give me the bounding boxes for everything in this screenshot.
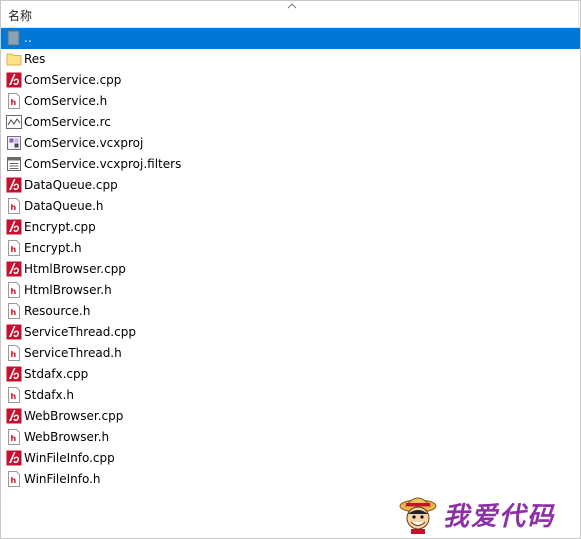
cpp-file-icon	[6, 72, 22, 88]
header-file-icon: h	[6, 303, 22, 319]
file-name: WinFileInfo.cpp	[24, 451, 115, 465]
file-list: .. Res ComService.cpp h ComService.h ComServi…	[1, 28, 580, 490]
file-row[interactable]: h Encrypt.h	[1, 238, 580, 259]
header-file-icon: h	[6, 387, 22, 403]
file-row[interactable]: Stdafx.cpp	[1, 364, 580, 385]
file-row[interactable]: Res	[1, 49, 580, 70]
cpp-file-icon	[6, 261, 22, 277]
file-row[interactable]: h Stdafx.h	[1, 385, 580, 406]
svg-text:h: h	[11, 203, 17, 212]
svg-text:h: h	[11, 308, 17, 317]
file-row[interactable]: ComService.cpp	[1, 70, 580, 91]
cpp-file-icon	[6, 408, 22, 424]
file-row[interactable]: h DataQueue.h	[1, 196, 580, 217]
svg-text:h: h	[11, 98, 17, 107]
vcxproj-file-icon	[6, 135, 22, 151]
header-file-icon: h	[6, 240, 22, 256]
parent-folder-icon	[6, 30, 22, 46]
svg-text:h: h	[11, 350, 17, 359]
svg-text:h: h	[11, 245, 17, 254]
file-row[interactable]: h WebBrowser.h	[1, 427, 580, 448]
file-name: DataQueue.cpp	[24, 178, 118, 192]
file-name: ComService.h	[24, 94, 108, 108]
file-name: Encrypt.cpp	[24, 220, 96, 234]
file-name: ServiceThread.cpp	[24, 325, 136, 339]
header-file-icon: h	[6, 282, 22, 298]
file-row[interactable]: WebBrowser.cpp	[1, 406, 580, 427]
column-divider[interactable]	[578, 1, 579, 27]
file-name: HtmlBrowser.h	[24, 283, 112, 297]
file-row[interactable]: h Resource.h	[1, 301, 580, 322]
file-row[interactable]: h ComService.h	[1, 91, 580, 112]
file-row[interactable]: WinFileInfo.cpp	[1, 448, 580, 469]
list-header: 名称	[1, 1, 580, 28]
cpp-file-icon	[6, 219, 22, 235]
watermark: 我爱代码	[397, 490, 577, 536]
header-file-icon: h	[6, 471, 22, 487]
resource-file-icon	[6, 114, 22, 130]
file-name: Stdafx.h	[24, 388, 75, 402]
svg-text:h: h	[11, 392, 17, 401]
cpp-file-icon	[6, 450, 22, 466]
file-name: DataQueue.h	[24, 199, 104, 213]
file-row[interactable]: ..	[1, 28, 580, 49]
file-row[interactable]: h ServiceThread.h	[1, 343, 580, 364]
file-row[interactable]: DataQueue.cpp	[1, 175, 580, 196]
file-name: ComService.vcxproj.filters	[24, 157, 182, 171]
svg-text:h: h	[11, 434, 17, 443]
file-row[interactable]: ComService.vcxproj	[1, 133, 580, 154]
column-header-name[interactable]: 名称	[8, 7, 32, 24]
header-file-icon: h	[6, 198, 22, 214]
cpp-file-icon	[6, 324, 22, 340]
file-name: ComService.cpp	[24, 73, 122, 87]
file-name: WebBrowser.cpp	[24, 409, 124, 423]
header-file-icon: h	[6, 345, 22, 361]
file-row[interactable]: HtmlBrowser.cpp	[1, 259, 580, 280]
file-name: Stdafx.cpp	[24, 367, 89, 381]
watermark-text: 我爱代码	[443, 502, 556, 532]
folder-icon	[6, 51, 22, 67]
file-name: Res	[24, 52, 46, 66]
svg-text:h: h	[11, 287, 17, 296]
svg-text:h: h	[11, 476, 17, 485]
file-row[interactable]: ComService.vcxproj.filters	[1, 154, 580, 175]
header-file-icon: h	[6, 93, 22, 109]
file-name: ServiceThread.h	[24, 346, 122, 360]
file-name: WinFileInfo.h	[24, 472, 101, 486]
header-file-icon: h	[6, 429, 22, 445]
file-list-window: 名称 .. Res ComService.cpp h ComService.h ComSe…	[0, 0, 581, 539]
file-row[interactable]: ServiceThread.cpp	[1, 322, 580, 343]
file-name: Encrypt.h	[24, 241, 82, 255]
file-name: ComService.rc	[24, 115, 111, 129]
file-name: WebBrowser.h	[24, 430, 110, 444]
file-name: ComService.vcxproj	[24, 136, 144, 150]
file-name: ..	[24, 31, 32, 45]
mascot-logo-icon	[399, 497, 437, 534]
file-row[interactable]: h WinFileInfo.h	[1, 469, 580, 490]
chevron-up-icon	[287, 3, 297, 9]
file-name: HtmlBrowser.cpp	[24, 262, 126, 276]
file-row[interactable]: h HtmlBrowser.h	[1, 280, 580, 301]
file-name: Resource.h	[24, 304, 91, 318]
cpp-file-icon	[6, 177, 22, 193]
cpp-file-icon	[6, 366, 22, 382]
filters-file-icon	[6, 156, 22, 172]
file-row[interactable]: ComService.rc	[1, 112, 580, 133]
file-row[interactable]: Encrypt.cpp	[1, 217, 580, 238]
